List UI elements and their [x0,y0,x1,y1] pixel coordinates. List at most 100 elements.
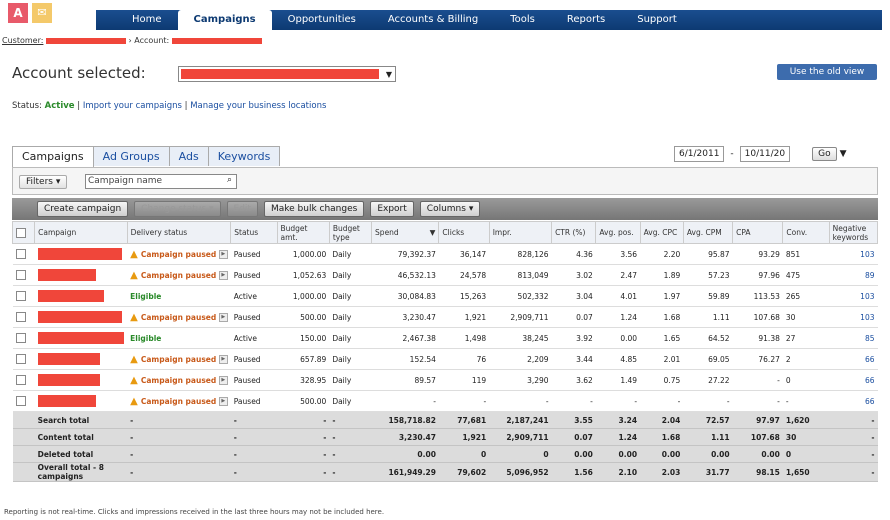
nav-opportunities[interactable]: Opportunities [272,10,372,30]
select-all-checkbox[interactable] [16,227,26,238]
nav-accounts-billing[interactable]: Accounts & Billing [372,10,494,30]
nav-home[interactable]: Home [116,10,178,30]
budget-cell[interactable]: 500.00 [277,390,330,412]
play-icon[interactable]: ▶ [218,312,228,322]
dropdown-arrow-icon[interactable]: ▼ [840,149,847,159]
col-avg-cpc[interactable]: Avg. CPC [639,221,684,244]
play-icon[interactable]: ▶ [218,375,228,385]
redacted-campaign-name[interactable] [37,248,122,260]
budget-cell[interactable]: 1,000.00 [277,285,330,307]
redacted-campaign-name[interactable] [37,269,96,281]
col-clicks[interactable]: Clicks [438,221,490,244]
negative-keywords-link[interactable]: 103 [829,243,878,265]
negative-keywords-link[interactable]: 89 [829,264,878,286]
negative-keywords-link[interactable]: 66 [829,348,878,370]
budget-cell[interactable]: 500.00 [277,306,330,328]
row-checkbox[interactable] [15,291,26,301]
budget-cell[interactable]: 328.95 [277,369,330,391]
budget-cell[interactable]: 657.89 [277,348,330,370]
row-checkbox[interactable] [15,375,26,385]
budget-cell[interactable]: 1,000.00 [277,243,330,265]
col-avg-pos[interactable]: Avg. pos. [595,221,641,244]
redacted-campaign-name[interactable] [37,353,100,365]
play-icon[interactable]: ▶ [218,354,228,364]
col-delivery-status[interactable]: Delivery status [126,221,232,244]
col-budget-type[interactable]: Budget type [328,221,373,244]
play-icon[interactable]: ▶ [218,270,228,280]
bulk-changes-button[interactable]: Make bulk changes [263,201,365,217]
redacted-campaign-name[interactable] [37,311,122,323]
create-campaign-button[interactable]: Create campaign [37,201,129,217]
filters-button[interactable]: Filters ▾ [19,175,68,189]
campaign-name-cell [34,390,128,412]
end-date-input[interactable]: 10/11/20 [739,146,791,162]
total-pos-cell: 2.10 [595,462,641,482]
col-spend[interactable]: Spend ▼ [371,221,440,244]
go-button[interactable]: Go [812,147,837,161]
row-checkbox[interactable] [15,396,26,406]
negative-keywords-link[interactable]: 66 [829,390,878,412]
row-checkbox[interactable] [15,354,26,364]
import-campaigns-link[interactable]: Import your campaigns [83,101,182,111]
negative-keywords-link[interactable]: 103 [829,285,878,307]
col-negative-keywords[interactable]: Negative keywords [828,221,879,244]
row-checkbox[interactable] [15,333,26,343]
nav-reports[interactable]: Reports [551,10,621,30]
search-icon[interactable]: ⌕ [227,175,232,185]
nav-campaigns[interactable]: Campaigns [177,10,272,30]
budget-cell[interactable]: 1,052.63 [277,264,330,286]
negative-keywords-link[interactable]: 103 [829,306,878,328]
row-checkbox[interactable] [15,249,26,259]
nav-support[interactable]: Support [621,10,693,30]
breadcrumb-customer[interactable]: Customer: [2,36,43,45]
row-checkbox-cell [12,243,35,265]
play-icon[interactable]: ▶ [218,396,228,406]
redacted-account [171,37,262,44]
col-impr[interactable]: Impr. [488,221,553,244]
account-select[interactable]: ▼ [178,66,396,82]
row-checkbox[interactable] [15,312,26,322]
col-status[interactable]: Status [230,221,278,244]
change-status-button[interactable]: Change status ▾ [134,201,221,217]
edit-button[interactable]: Edit [226,201,258,217]
nav-tools[interactable]: Tools [494,10,551,30]
delivery-status-text: Campaign paused [140,249,217,259]
redacted-campaign-name[interactable] [37,395,96,407]
tab-ad-groups[interactable]: Ad Groups [92,146,170,166]
tab-campaigns[interactable]: Campaigns [12,146,94,167]
redacted-campaign-name[interactable] [37,332,124,344]
col-budget-amt[interactable]: Budget amt. [276,221,330,244]
negative-keywords-link[interactable]: 85 [829,327,878,349]
col-cpa[interactable]: CPA [732,221,784,244]
budget-type-cell: Daily [329,264,372,286]
tab-keywords[interactable]: Keywords [207,146,281,166]
delivery-status-text: Campaign paused [140,270,217,280]
negative-keywords-link[interactable]: 66 [829,369,878,391]
col-conv[interactable]: Conv. [782,221,830,244]
row-checkbox[interactable] [15,270,26,280]
col-ctr[interactable]: CTR (%) [551,221,597,244]
total-row: Overall total - 8 campaigns - - - -161,949.2… [12,462,878,482]
old-view-button[interactable]: Use the old view [777,64,877,80]
status-cell: Paused [230,348,278,370]
status-cell: Paused [230,264,278,286]
tab-ads[interactable]: Ads [168,146,209,166]
play-icon[interactable]: ▶ [218,249,228,259]
delivery-status-cell: Eligible [127,327,231,349]
redacted-campaign-name[interactable] [37,374,100,386]
total-neg-dash: - [829,428,878,446]
start-date-input[interactable]: 6/1/2011 [674,146,725,162]
chat-icon[interactable]: ✉ [32,3,52,23]
campaign-search-input[interactable]: Campaign name ⌕ [85,174,237,189]
export-button[interactable]: Export [370,201,414,217]
pos-cell: 1.24 [595,306,641,328]
redacted-campaign-name[interactable] [37,290,104,302]
col-avg-cpm[interactable]: Avg. CPM [682,221,734,244]
app-logo[interactable]: A [8,3,28,23]
col-campaign[interactable]: Campaign [34,221,128,244]
cpa-cell: 113.53 [732,285,783,307]
manage-locations-link[interactable]: Manage your business locations [190,101,326,111]
columns-button[interactable]: Columns ▾ [419,201,481,217]
table-row: ▲ Campaign paused ▶ Paused 657.89 Daily 152.54… [12,348,878,370]
budget-cell[interactable]: 150.00 [277,327,330,349]
